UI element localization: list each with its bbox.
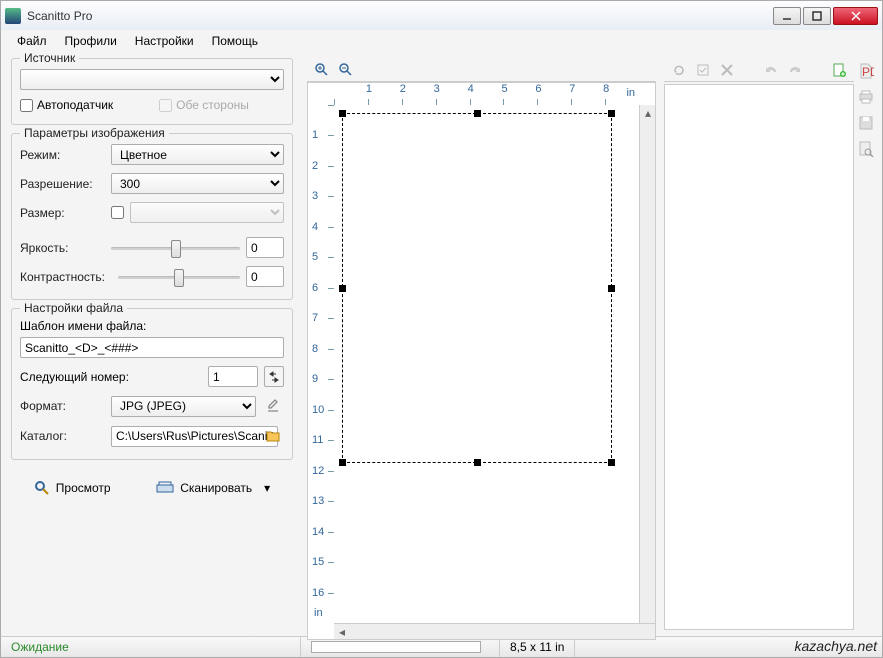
size-checkbox[interactable] (111, 206, 124, 219)
settings-panel: Источник Автоподатчик Обе стороны Параме… (1, 52, 303, 636)
duplex-label: Обе стороны (176, 98, 249, 112)
action-buttons: Просмотр Сканировать ▾ (11, 468, 293, 504)
menu-file[interactable]: Файл (9, 32, 55, 50)
browse-folder-button[interactable] (262, 425, 284, 447)
next-number-input[interactable] (208, 366, 258, 387)
file-settings-group: Настройки файла Шаблон имени файла: След… (11, 308, 293, 460)
progress-bar (311, 641, 481, 653)
edit-button (692, 59, 714, 81)
export-search-icon (855, 138, 877, 160)
menubar: Файл Профили Настройки Помощь (0, 30, 883, 52)
autofeeder-checkbox[interactable] (20, 99, 33, 112)
status-progress (301, 637, 500, 657)
preview-toolbar (307, 58, 656, 82)
rotate-button (668, 59, 690, 81)
menu-help[interactable]: Помощь (204, 32, 266, 50)
preview-button[interactable]: Просмотр (24, 476, 121, 500)
preview-label: Просмотр (56, 481, 111, 495)
watermark: kazachya.net (795, 638, 878, 654)
window-title: Scanitto Pro (27, 9, 773, 23)
file-settings-legend: Настройки файла (20, 301, 127, 315)
zoom-in-button[interactable] (311, 59, 333, 81)
mode-label: Режим: (20, 148, 105, 162)
maximize-button[interactable] (803, 7, 831, 25)
mode-select[interactable]: Цветное (111, 144, 284, 165)
magnifier-icon (34, 480, 50, 496)
minimize-button[interactable] (773, 7, 801, 25)
svg-text:PDF: PDF (862, 65, 874, 79)
contrast-value[interactable] (246, 266, 284, 287)
source-group: Источник Автоподатчик Обе стороны (11, 58, 293, 125)
export-pdf-icon: PDF (855, 60, 877, 82)
duplex-checkbox (159, 99, 172, 112)
image-params-legend: Параметры изображения (20, 126, 169, 140)
autofeeder-label: Автоподатчик (37, 98, 113, 112)
export-save-icon (855, 112, 877, 134)
brightness-slider[interactable] (111, 238, 240, 258)
thumbnails-panel: PDF (660, 52, 882, 636)
image-params-group: Параметры изображения Режим: Цветное Раз… (11, 133, 293, 300)
brightness-label: Яркость: (20, 241, 105, 255)
contrast-slider[interactable] (118, 267, 240, 287)
close-button[interactable] (833, 7, 878, 25)
preview-canvas[interactable]: 12345678 in 12345678910111213141516 in ▴… (307, 82, 656, 640)
format-label: Формат: (20, 399, 105, 413)
scan-button[interactable]: Сканировать ▾ (146, 476, 280, 500)
menu-profiles[interactable]: Профили (57, 32, 125, 50)
catalog-input[interactable] (111, 426, 278, 447)
chevron-down-icon: ▾ (264, 481, 270, 495)
menu-settings[interactable]: Настройки (127, 32, 202, 50)
titlebar: Scanitto Pro (0, 0, 883, 30)
template-input[interactable] (20, 337, 284, 358)
scan-label: Сканировать (180, 481, 252, 495)
size-select (130, 202, 284, 223)
status-state: Ожидание (1, 637, 301, 657)
export-icons: PDF (854, 58, 878, 630)
ruler-h-unit: in (626, 87, 635, 99)
preview-panel: 12345678 in 12345678910111213141516 in ▴… (303, 52, 660, 636)
delete-button (716, 59, 738, 81)
scrollbar-vertical[interactable]: ▴ (639, 105, 655, 623)
brightness-value[interactable] (246, 237, 284, 258)
ruler-vertical: 12345678910111213141516 (308, 105, 334, 623)
source-legend: Источник (20, 51, 79, 65)
catalog-label: Каталог: (20, 429, 105, 443)
redo-button (784, 59, 806, 81)
contrast-label: Контрастность: (20, 270, 112, 284)
scanner-icon (156, 481, 174, 495)
ruler-horizontal: 12345678 (334, 83, 639, 105)
size-label: Размер: (20, 206, 105, 220)
undo-button (760, 59, 782, 81)
ruler-v-unit: in (314, 607, 323, 619)
scrollbar-horizontal[interactable]: ◂ (334, 623, 655, 639)
source-select[interactable] (20, 69, 284, 90)
resolution-select[interactable]: 300 (111, 173, 284, 194)
template-label: Шаблон имени файла: (20, 319, 284, 333)
thumbnails-toolbar (664, 58, 854, 82)
format-settings-button[interactable] (262, 395, 284, 417)
refresh-number-button[interactable] (264, 366, 284, 387)
zoom-out-button[interactable] (335, 59, 357, 81)
thumbnails-area[interactable] (664, 84, 854, 630)
format-select[interactable]: JPG (JPEG) (111, 396, 256, 417)
resolution-label: Разрешение: (20, 177, 105, 191)
status-dimensions: 8,5 x 11 in (500, 637, 575, 657)
next-number-label: Следующий номер: (20, 370, 202, 384)
export-print-icon (855, 86, 877, 108)
app-icon (5, 8, 21, 24)
add-page-button[interactable] (828, 59, 850, 81)
scan-area[interactable] (342, 113, 612, 463)
